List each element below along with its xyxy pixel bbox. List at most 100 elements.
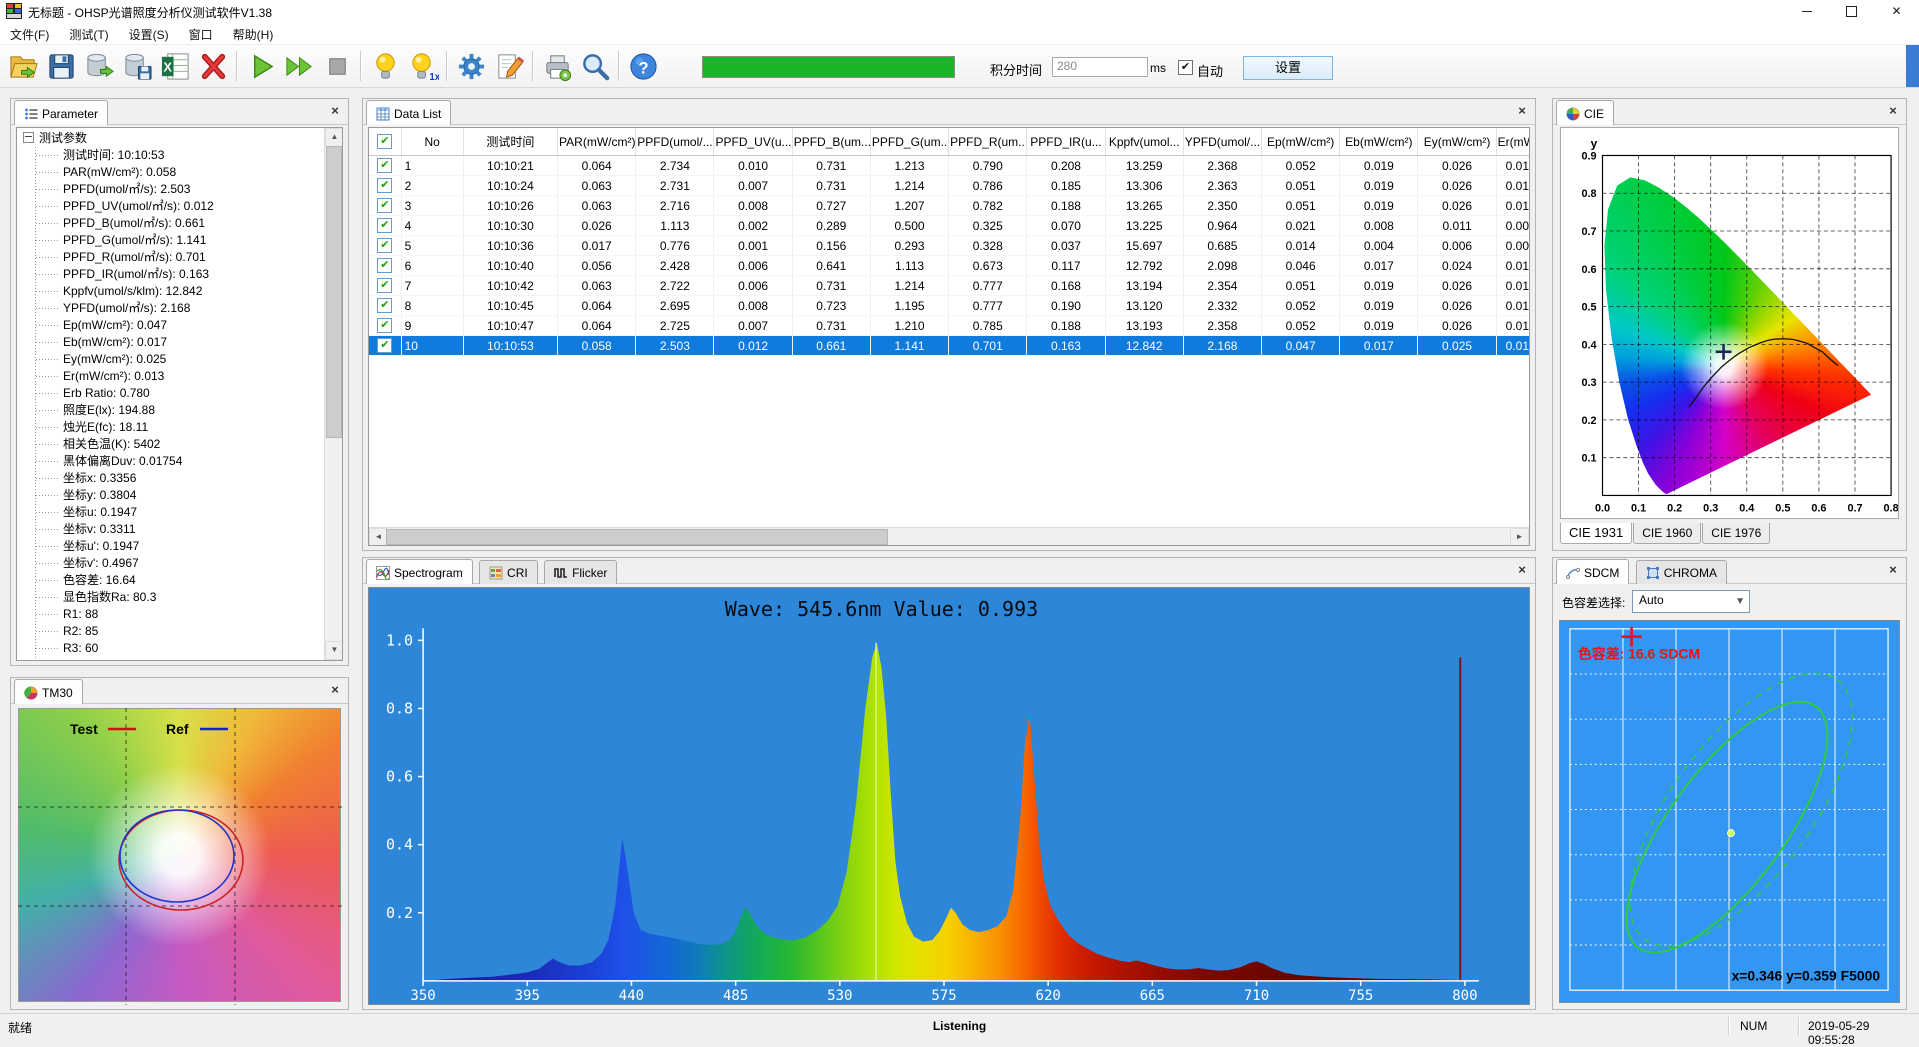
cie-bottom-tab-0[interactable]: CIE 1931 [1560, 523, 1632, 544]
tab-data-list[interactable]: Data List [366, 100, 451, 126]
edit-button[interactable] [490, 47, 528, 85]
tree-item-5[interactable]: PPFD_G(umol/㎡/s): 1.141 [63, 232, 325, 249]
tree-item-13[interactable]: Er(mW/cm²): 0.013 [63, 368, 325, 385]
tree-item-2[interactable]: PPFD(umol/㎡/s): 2.503 [63, 181, 325, 198]
tree-item-22[interactable]: 坐标v: 0.3311 [63, 521, 325, 538]
column-header-4[interactable]: PPFD_UV(u... [714, 128, 792, 156]
sdcm-close-icon[interactable]: × [1885, 562, 1901, 578]
zoom-button[interactable] [576, 47, 614, 85]
scroll-right-icon[interactable]: ► [1510, 528, 1529, 546]
cie-bottom-tab-1[interactable]: CIE 1960 [1633, 523, 1701, 544]
sdcm-select-dropdown[interactable]: Auto ▼ [1632, 590, 1750, 613]
tree-item-20[interactable]: 坐标y: 0.3804 [63, 487, 325, 504]
cie-close-icon[interactable]: × [1885, 103, 1901, 119]
column-header-9[interactable]: Kppfv(umol... [1105, 128, 1183, 156]
row-checkbox[interactable]: ✔ [377, 338, 392, 353]
save-button[interactable] [42, 47, 80, 85]
open-button[interactable] [4, 47, 42, 85]
tree-collapse-icon[interactable] [23, 132, 34, 143]
tab-chroma[interactable]: CHROMA [1636, 560, 1727, 585]
column-header-5[interactable]: PPFD_B(um... [792, 128, 870, 156]
tree-item-18[interactable]: 黑体偏离Duv: 0.01754 [63, 453, 325, 470]
tree-item-0[interactable]: 测试时间: 10:10:53 [63, 147, 325, 164]
tab-sdcm[interactable]: SDCM [1556, 559, 1629, 585]
save-data-button[interactable] [118, 47, 156, 85]
settings-button[interactable]: 设置 [1243, 56, 1333, 80]
row-checkbox[interactable]: ✔ [377, 258, 392, 273]
row-checkbox[interactable]: ✔ [377, 278, 392, 293]
tree-item-19[interactable]: 坐标x: 0.3356 [63, 470, 325, 487]
cie-bottom-tab-2[interactable]: CIE 1976 [1702, 523, 1770, 544]
integration-time-input[interactable]: 280 [1052, 57, 1148, 77]
column-header-8[interactable]: PPFD_IR(u... [1027, 128, 1105, 156]
tree-item-11[interactable]: Eb(mW/cm²): 0.017 [63, 334, 325, 351]
tab-flicker[interactable]: Flicker [544, 560, 617, 585]
column-header-3[interactable]: PPFD(umol/... [636, 128, 714, 156]
table-row[interactable]: ✔610:10:400.0562.4280.0060.6411.1130.673… [369, 256, 1530, 276]
settings-button[interactable] [452, 47, 490, 85]
column-header-13[interactable]: Ey(mW/cm²) [1418, 128, 1496, 156]
delete-button[interactable] [194, 47, 232, 85]
print-button[interactable] [538, 47, 576, 85]
menu-item-1[interactable]: 测试(T) [59, 22, 118, 44]
scroll-up-icon[interactable]: ▲ [325, 128, 343, 147]
start-test-button[interactable] [242, 47, 280, 85]
column-header-12[interactable]: Eb(mW/cm²) [1340, 128, 1418, 156]
tab-tm30[interactable]: TM30 [14, 679, 83, 705]
tree-item-8[interactable]: Kppfv(umol/s/klm): 12.842 [63, 283, 325, 300]
help-button[interactable]: ? [624, 47, 662, 85]
table-row[interactable]: ✔510:10:360.0170.7760.0010.1560.2930.328… [369, 236, 1530, 256]
column-header-14[interactable]: Er(mW/cm²) [1496, 128, 1530, 156]
close-button[interactable]: ✕ [1874, 0, 1919, 22]
auto-checkbox[interactable]: ✔ [1178, 60, 1193, 75]
parameter-scrollbar[interactable]: ▲ ▼ [324, 128, 342, 660]
row-checkbox[interactable]: ✔ [377, 238, 392, 253]
docked-panel-strip[interactable] [1906, 45, 1919, 87]
column-header-2[interactable]: PAR(mW/cm²) [558, 128, 636, 156]
tree-item-6[interactable]: PPFD_R(umol/㎡/s): 0.701 [63, 249, 325, 266]
tree-item-25[interactable]: 色容差: 16.64 [63, 572, 325, 589]
tree-item-10[interactable]: Ep(mW/cm²): 0.047 [63, 317, 325, 334]
tree-item-30[interactable]: R4: 85 [63, 657, 325, 660]
table-row[interactable]: ✔710:10:420.0632.7220.0060.7311.2140.777… [369, 276, 1530, 296]
menu-item-2[interactable]: 设置(S) [119, 22, 179, 44]
start-continuous-button[interactable] [280, 47, 318, 85]
tab-parameter[interactable]: Parameter [14, 100, 108, 126]
lamp-on-button[interactable] [366, 47, 404, 85]
column-header-1[interactable]: 测试时间 [463, 128, 557, 156]
menu-item-3[interactable]: 窗口 [179, 22, 223, 44]
tree-item-4[interactable]: PPFD_B(umol/㎡/s): 0.661 [63, 215, 325, 232]
tree-root[interactable]: 测试参数 [23, 130, 325, 147]
column-header-10[interactable]: YPFD(umol/... [1183, 128, 1261, 156]
table-row[interactable]: ✔310:10:260.0632.7160.0080.7271.2070.782… [369, 196, 1530, 216]
menu-item-4[interactable]: 帮助(H) [223, 22, 284, 44]
table-row[interactable]: ✔210:10:240.0632.7310.0070.7311.2140.786… [369, 176, 1530, 196]
tree-item-27[interactable]: R1: 88 [63, 606, 325, 623]
table-row[interactable]: ✔110:10:210.0642.7340.0100.7311.2130.790… [369, 156, 1530, 176]
tree-item-12[interactable]: Ey(mW/cm²): 0.025 [63, 351, 325, 368]
row-checkbox[interactable]: ✔ [377, 178, 392, 193]
tree-item-21[interactable]: 坐标u: 0.1947 [63, 504, 325, 521]
row-checkbox[interactable]: ✔ [377, 298, 392, 313]
maximize-button[interactable] [1829, 0, 1874, 22]
table-row[interactable]: ✔810:10:450.0642.6950.0080.7231.1950.777… [369, 296, 1530, 316]
tree-item-1[interactable]: PAR(mW/cm²): 0.058 [63, 164, 325, 181]
tree-item-29[interactable]: R3: 60 [63, 640, 325, 657]
tree-item-16[interactable]: 烛光E(fc): 18.11 [63, 419, 325, 436]
parameter-close-icon[interactable]: × [327, 103, 343, 119]
select-all-checkbox[interactable]: ✔ [377, 134, 392, 149]
table-row[interactable]: ✔1010:10:530.0582.5030.0120.6611.1410.70… [369, 336, 1530, 356]
tab-cri[interactable]: CRI [479, 560, 538, 585]
tree-item-15[interactable]: 照度E(lx): 194.88 [63, 402, 325, 419]
lamp-1x-button[interactable]: 1x [404, 47, 442, 85]
export-data-button[interactable] [80, 47, 118, 85]
table-row[interactable]: ✔410:10:300.0261.1130.0020.2890.5000.325… [369, 216, 1530, 236]
tree-item-24[interactable]: 坐标v': 0.4967 [63, 555, 325, 572]
export-excel-button[interactable]: X [156, 47, 194, 85]
column-header-6[interactable]: PPFD_G(um... [870, 128, 948, 156]
tree-item-3[interactable]: PPFD_UV(umol/㎡/s): 0.012 [63, 198, 325, 215]
stop-button[interactable] [318, 47, 356, 85]
column-header-7[interactable]: PPFD_R(um... [949, 128, 1027, 156]
column-header-11[interactable]: Ep(mW/cm²) [1262, 128, 1340, 156]
data-table-hscrollbar[interactable]: ◄ ► [369, 527, 1529, 545]
